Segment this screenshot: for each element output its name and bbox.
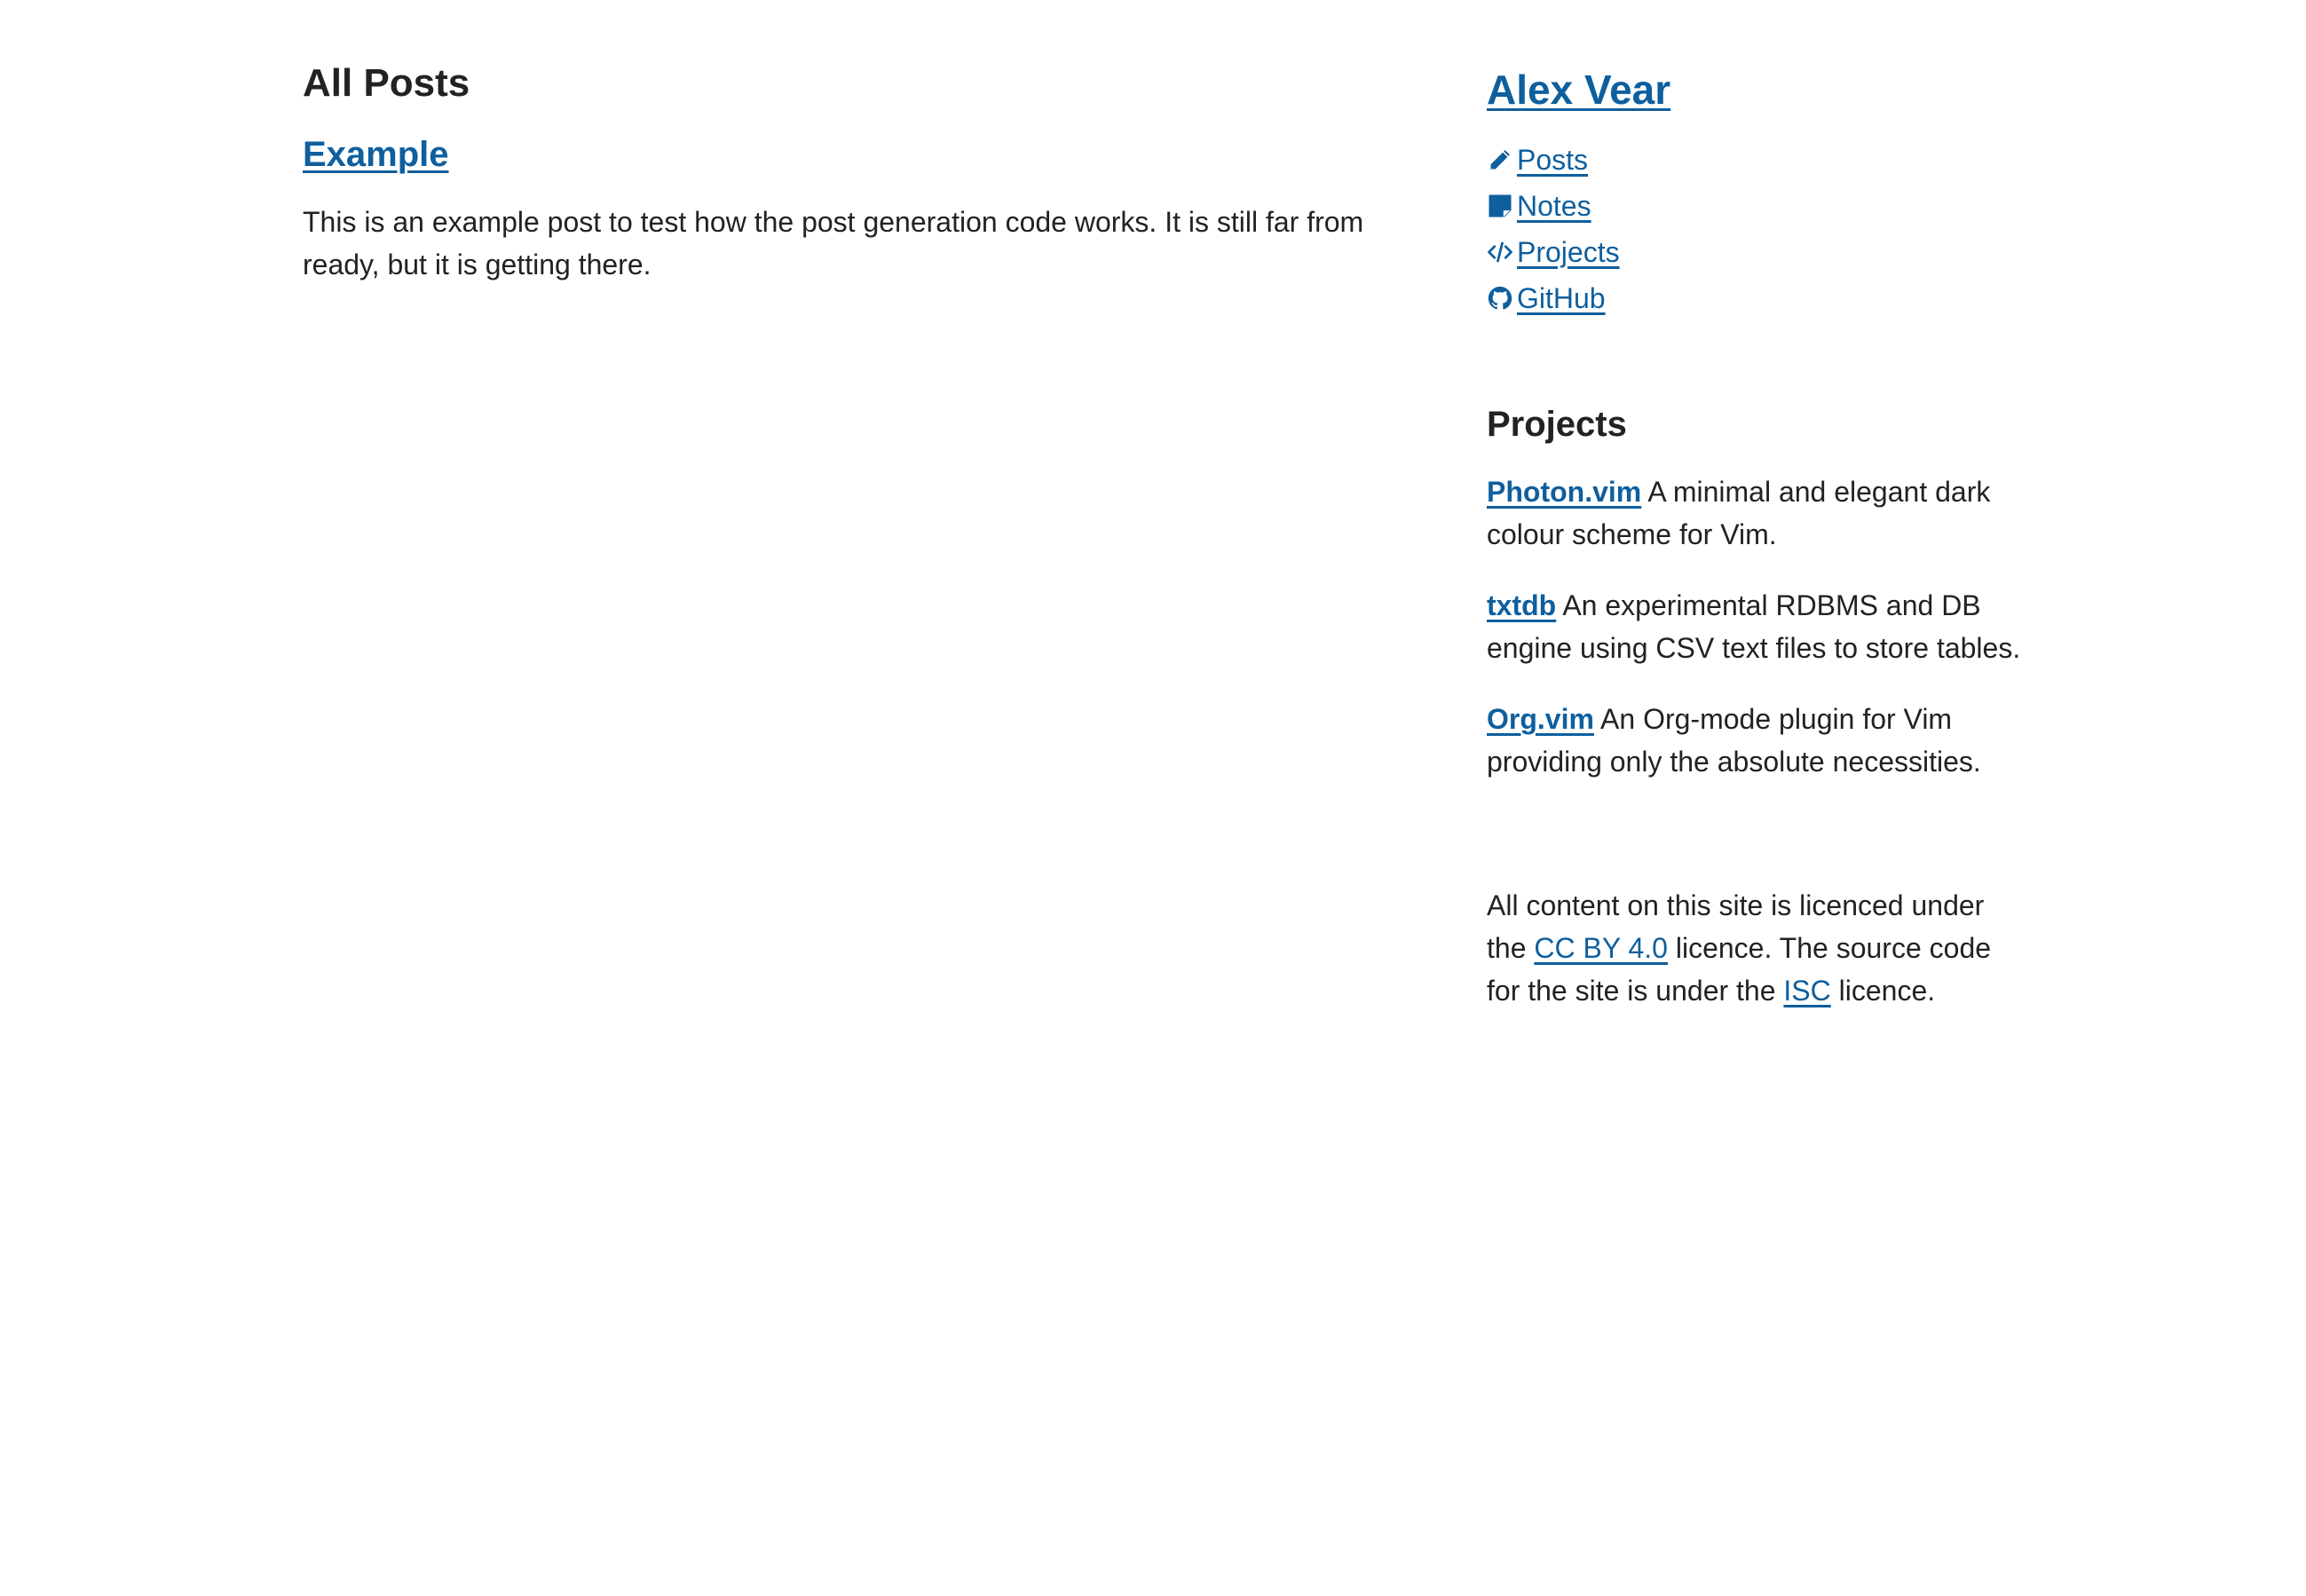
site-title: Alex Vear: [1487, 57, 2028, 122]
sidebar: Alex Vear Posts Notes Projects GitHub Pr…: [1487, 57, 2028, 1012]
project-link-org-vim[interactable]: Org.vim: [1487, 703, 1594, 735]
nav-item-projects: Projects: [1487, 231, 2028, 277]
site-title-link[interactable]: Alex Vear: [1487, 67, 1670, 113]
nav-item-notes: Notes: [1487, 185, 2028, 231]
project-item: Photon.vim A minimal and elegant dark co…: [1487, 470, 2028, 556]
nav-label-projects: Projects: [1517, 236, 1620, 268]
main-content: All Posts Example This is an example pos…: [303, 55, 1368, 286]
sidebar-nav: Posts Notes Projects GitHub: [1487, 138, 2028, 323]
code-icon: [1487, 239, 1513, 265]
project-item: Org.vim An Org-mode plugin for Vim provi…: [1487, 698, 2028, 783]
project-item: txtdb An experimental RDBMS and DB engin…: [1487, 584, 2028, 669]
post-title-link[interactable]: Example: [303, 135, 449, 174]
note-icon: [1487, 193, 1513, 219]
licence-text-part3: licence.: [1830, 975, 1936, 1007]
projects-heading: Projects: [1487, 405, 1627, 444]
nav-label-posts: Posts: [1517, 144, 1589, 176]
nav-link-github[interactable]: GitHub: [1487, 277, 1606, 320]
nav-item-posts: Posts: [1487, 138, 2028, 185]
project-description: An experimental RDBMS and DB engine usin…: [1487, 589, 2021, 664]
nav-label-github: GitHub: [1517, 282, 1606, 314]
isc-link[interactable]: ISC: [1783, 975, 1830, 1007]
post-summary: This is an example post to test how the …: [303, 206, 1364, 280]
github-icon: [1487, 285, 1513, 312]
post-entry: Example This is an example post to test …: [303, 128, 1368, 286]
project-link-photon[interactable]: Photon.vim: [1487, 476, 1641, 508]
page-title: All Posts: [303, 61, 470, 105]
nav-link-posts[interactable]: Posts: [1487, 138, 1588, 181]
nav-link-projects[interactable]: Projects: [1487, 231, 1620, 273]
nav-link-notes[interactable]: Notes: [1487, 185, 1591, 227]
pencil-icon: [1487, 146, 1513, 173]
post-title: Example: [303, 128, 1368, 181]
nav-label-notes: Notes: [1517, 190, 1591, 222]
cc-by-link[interactable]: CC BY 4.0: [1534, 932, 1668, 964]
nav-item-github: GitHub: [1487, 277, 2028, 323]
project-link-txtdb[interactable]: txtdb: [1487, 589, 1556, 621]
licence-notice: All content on this site is licenced und…: [1487, 884, 2028, 1012]
